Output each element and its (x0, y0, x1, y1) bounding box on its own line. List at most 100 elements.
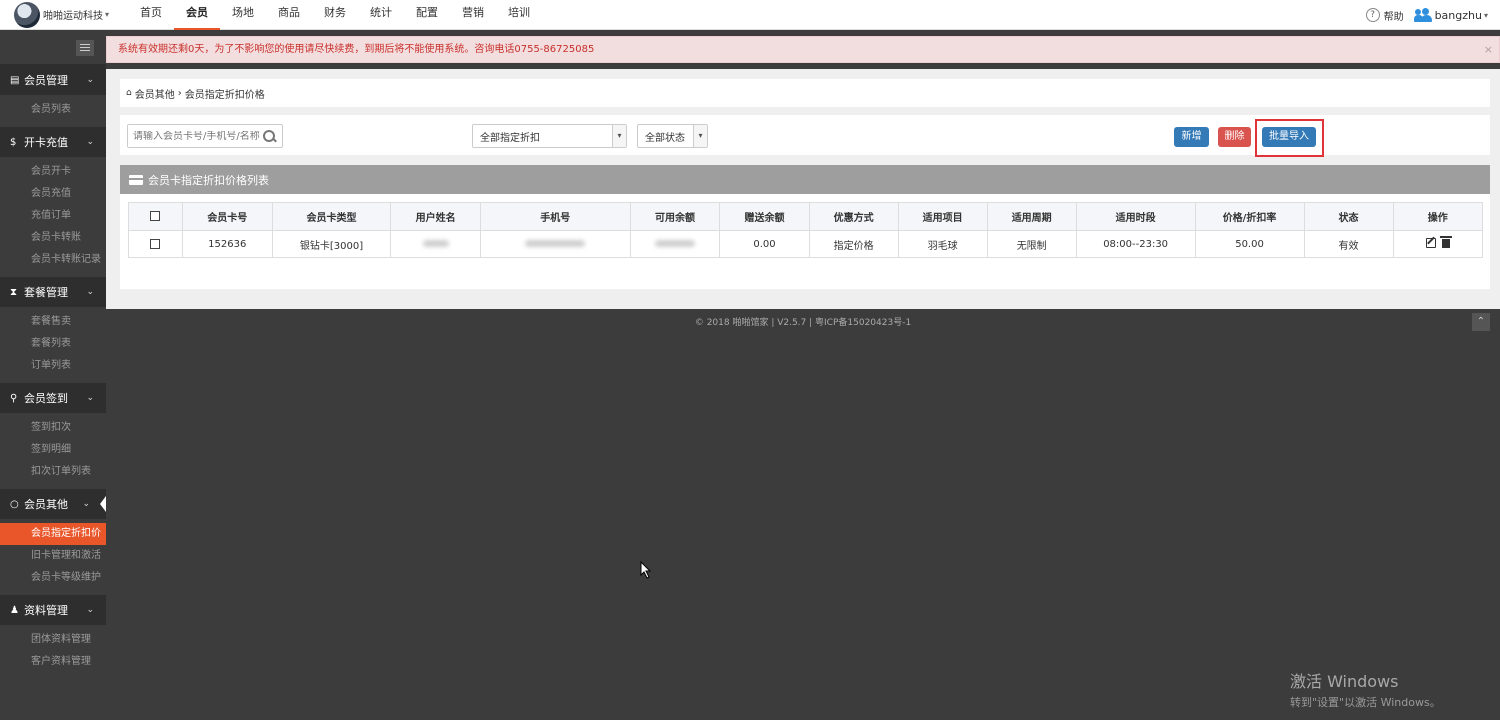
sidebar-item-card-transfer[interactable]: 会员卡转账 (0, 227, 106, 249)
nav-config[interactable]: 配置 (404, 0, 450, 30)
delete-button[interactable]: 删除 (1218, 127, 1251, 147)
highlight-box (1255, 119, 1324, 157)
nav-member[interactable]: 会员 (174, 0, 220, 30)
time-range-cell: 08:00--23:30 (1075, 230, 1196, 258)
sidebar-item-member-discount-price[interactable]: 会员指定折扣价 (0, 523, 106, 545)
chevron-down-icon: ▾ (693, 125, 707, 147)
edit-icon[interactable] (1425, 237, 1436, 248)
sidebar-item-customer-data[interactable]: 客户资料管理 (0, 651, 106, 673)
sidebar-item-member-list[interactable]: 会员列表 (0, 99, 106, 121)
status-cell: 有效 (1303, 230, 1394, 258)
col-card-type: 会员卡类型 (271, 202, 392, 231)
sidebar-section-card-recharge[interactable]: $ 开卡充值 ⌄ (0, 127, 106, 157)
sidebar-item-old-card-activate[interactable]: 旧卡管理和激活 (0, 545, 106, 567)
users-icon (1413, 8, 1432, 22)
sidebar-item-open-card[interactable]: 会员开卡 (0, 161, 106, 183)
col-time-range: 适用时段 (1075, 202, 1196, 231)
sidebar-section-title: 资料管理 (24, 604, 68, 617)
available-balance-cell (629, 230, 721, 258)
trash-icon[interactable] (1439, 236, 1452, 249)
nav-finance[interactable]: 财务 (312, 0, 358, 30)
close-icon[interactable]: × (1484, 37, 1493, 62)
sidebar-item-package-list[interactable]: 套餐列表 (0, 333, 106, 355)
breadcrumb-parent[interactable]: 会员其他 (135, 86, 175, 101)
watermark-line1: 激活 Windows (1290, 672, 1399, 691)
footer-text: © 2018 啪啪馆家 | V2.5.7 | 粤ICP备15020423号-1 (694, 318, 912, 328)
list-panel: 会员卡指定折扣价格列表 会员卡号 会员卡类型 用户姓名 手机号 可用余额 赠送余… (120, 165, 1490, 289)
user-menu[interactable]: bangzhu ▾ (1413, 8, 1488, 22)
help-icon: ? (1365, 8, 1380, 22)
brand-menu[interactable]: 啪啪运动科技 ▾ (0, 1, 128, 28)
project-cell: 羽毛球 (897, 230, 988, 258)
sidebar-item-card-level[interactable]: 会员卡等级维护 (0, 567, 106, 589)
nav-venue[interactable]: 场地 (220, 0, 266, 30)
breadcrumb-current: 会员指定折扣价格 (184, 89, 265, 101)
nav-stats[interactable]: 统计 (358, 0, 404, 30)
hourglass-icon: ⧗ (10, 286, 18, 298)
expiry-alert: 系统有效期还剩0天，为了不影响您的使用请尽快续费，到期后将不能使用系统。咨询电话… (106, 36, 1500, 63)
sidebar-item-transfer-records[interactable]: 会员卡转账记录 (0, 249, 106, 271)
brand-name: 啪啪运动科技 (43, 11, 103, 22)
home-icon: ⌂ (126, 88, 132, 98)
discount-select-value: 全部指定折扣 (480, 132, 540, 144)
chevron-down-icon: ▾ (612, 125, 626, 147)
chevron-down-icon: ▾ (1483, 10, 1488, 20)
main-nav: 首页 会员 场地 商品 财务 统计 配置 营销 培训 (128, 0, 542, 30)
add-button[interactable]: 新增 (1174, 127, 1209, 147)
discount-select[interactable]: 全部指定折扣 ▾ (472, 124, 627, 148)
help-label: 帮助 (1383, 11, 1404, 23)
alert-text: 系统有效期还剩0天，为了不影响您的使用请尽快续费，到期后将不能使用系统。咨询电话… (118, 44, 595, 55)
search-icon[interactable] (262, 129, 276, 143)
sidebar: ▤ 会员管理 ⌄ 会员列表 $ 开卡充值 ⌄ 会员开卡 会员充值 充值订单 会员… (0, 31, 106, 720)
actions-cell (1392, 230, 1484, 258)
nav-home[interactable]: 首页 (128, 0, 174, 30)
panel-title: 会员卡指定折扣价格列表 (148, 173, 269, 187)
redacted-phone (525, 240, 586, 247)
status-select[interactable]: 全部状态 ▾ (637, 124, 708, 148)
col-cycle: 适用周期 (986, 202, 1077, 231)
sidebar-section-title: 开卡充值 (24, 136, 68, 149)
sidebar-item-group-data[interactable]: 团体资料管理 (0, 629, 106, 651)
sidebar-item-recharge[interactable]: 会员充值 (0, 183, 106, 205)
nav-training[interactable]: 培训 (496, 0, 542, 30)
redacted-balance (654, 240, 695, 247)
sidebar-item-order-list[interactable]: 订单列表 (0, 355, 106, 377)
windows-activation-watermark: 激活 Windows 转到"设置"以激活 Windows。 (1290, 668, 1441, 710)
sidebar-item-checkin-detail[interactable]: 签到明细 (0, 439, 106, 461)
sidebar-item-checkin-deduct[interactable]: 签到扣次 (0, 417, 106, 439)
chevron-down-icon: ⌄ (86, 287, 94, 297)
nav-goods[interactable]: 商品 (266, 0, 312, 30)
chevron-down-icon: ⌄ (82, 499, 90, 509)
mouse-cursor-icon (640, 561, 652, 579)
scroll-top-icon[interactable]: ⌃ (1472, 313, 1490, 331)
help-link[interactable]: ? 帮助 (1365, 8, 1404, 23)
cycle-cell: 无限制 (986, 230, 1077, 258)
nav-marketing[interactable]: 营销 (450, 0, 496, 30)
table-header-row: 会员卡号 会员卡类型 用户姓名 手机号 可用余额 赠送余额 优惠方式 适用项目 … (128, 202, 1484, 231)
sidebar-section-package-management[interactable]: ⧗ 套餐管理 ⌄ (0, 277, 106, 307)
discount-mode-cell: 指定价格 (808, 230, 899, 258)
search-input[interactable] (128, 130, 260, 142)
username: bangzhu (1434, 8, 1482, 22)
chevron-down-icon: ⌄ (86, 137, 94, 147)
sidebar-item-package-sale[interactable]: 套餐售卖 (0, 311, 106, 333)
sidebar-section-member-other[interactable]: ○ 会员其他 ⌄ (0, 489, 106, 519)
select-all-checkbox[interactable] (150, 211, 161, 221)
col-user-name: 用户姓名 (390, 202, 481, 231)
card-type-cell: 银钻卡[3000] (271, 230, 392, 258)
table-row: 152636 银钻卡[3000] 0.00 指定价格 羽毛球 无限制 08:00… (128, 230, 1484, 258)
sidebar-item-deduct-orders[interactable]: 扣次订单列表 (0, 461, 106, 483)
col-discount-mode: 优惠方式 (808, 202, 899, 231)
discount-table: 会员卡号 会员卡类型 用户姓名 手机号 可用余额 赠送余额 优惠方式 适用项目 … (128, 202, 1484, 258)
row-checkbox[interactable] (150, 238, 161, 249)
map-pin-icon: ⚲ (10, 392, 18, 404)
sidebar-section-member-management[interactable]: ▤ 会员管理 ⌄ (0, 65, 106, 95)
sidebar-toggle-icon[interactable] (76, 39, 94, 56)
search-box (127, 124, 283, 148)
sidebar-item-recharge-orders[interactable]: 充值订单 (0, 205, 106, 227)
sidebar-section-data-management[interactable]: ♟ 资料管理 ⌄ (0, 595, 106, 625)
sidebar-section-title: 套餐管理 (24, 286, 68, 299)
users-icon: ♟ (10, 604, 19, 616)
sidebar-section-member-checkin[interactable]: ⚲ 会员签到 ⌄ (0, 383, 106, 413)
watermark-line2: 转到"设置"以激活 Windows。 (1290, 696, 1441, 709)
